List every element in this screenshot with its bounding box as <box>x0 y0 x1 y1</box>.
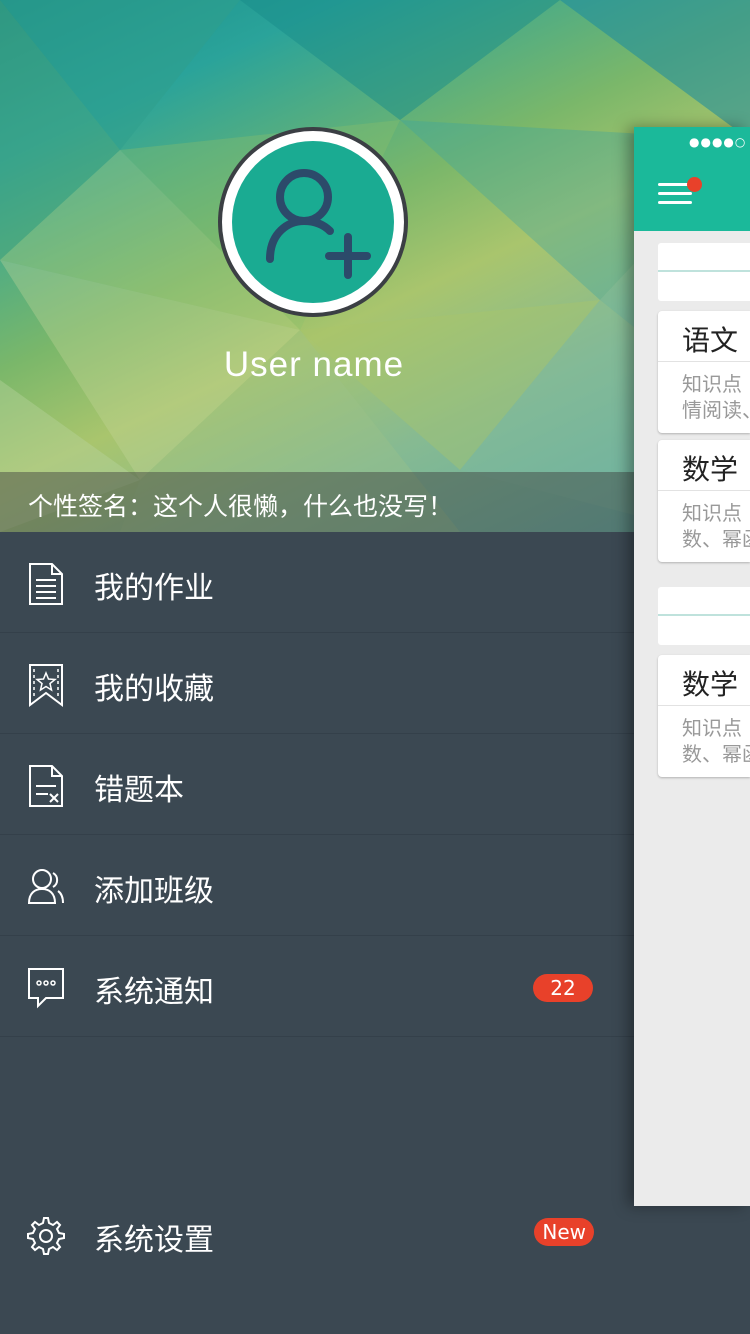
signature-bar: 个性签名：这个人很懒，什么也没写！ <box>0 472 634 532</box>
subject-title: 数学 <box>682 668 739 701</box>
menu-item-homework[interactable]: 我的作业 <box>0 532 634 633</box>
menu-label: 我的收藏 <box>94 672 214 707</box>
subject-card[interactable]: 数学 知识点 数、幂函 <box>658 440 750 562</box>
menu-label: 我的作业 <box>94 571 214 606</box>
subject-desc: 知识点 数、幂函 <box>682 716 750 766</box>
document-icon <box>29 563 63 605</box>
signal-dots: ●●●●○ <box>689 135 747 149</box>
notification-count-badge: 22 <box>533 974 593 1002</box>
message-icon <box>28 968 64 1009</box>
settings-label: 系统设置 <box>94 1223 214 1258</box>
subject-title: 数学 <box>682 453 739 486</box>
menu-item-notifications[interactable]: 系统通知 22 <box>0 936 634 1037</box>
menu-item-favorites[interactable]: 我的收藏 <box>0 633 634 734</box>
section-header <box>658 243 750 301</box>
menu-label: 添加班级 <box>94 874 214 909</box>
subject-title: 语文 <box>682 324 739 357</box>
drawer-menu: 我的作业 我的收藏 错题本 添加班级 系统通知 22 <box>0 532 634 1037</box>
section-header <box>658 587 750 645</box>
menu-item-error-book[interactable]: 错题本 <box>0 734 634 835</box>
menu-item-settings[interactable]: 系统设置 New <box>0 1184 634 1285</box>
menu-label: 系统通知 <box>94 975 214 1010</box>
notification-dot <box>687 177 702 192</box>
subject-desc: 知识点 数、幂函 <box>682 501 750 551</box>
signature-text: 个性签名：这个人很懒，什么也没写！ <box>28 492 454 521</box>
gear-icon <box>27 1217 65 1255</box>
subject-card[interactable]: 语文 知识点 情阅读、 <box>658 311 750 433</box>
users-icon <box>27 869 64 904</box>
subject-card[interactable]: 数学 知识点 数、幂函 <box>658 655 750 777</box>
menu-label: 错题本 <box>94 773 184 808</box>
menu-item-add-class[interactable]: 添加班级 <box>0 835 634 936</box>
username: User name <box>223 345 405 384</box>
error-book-icon <box>29 765 63 807</box>
top-bar: ●●●●○ <box>634 127 750 231</box>
new-badge: New <box>534 1218 594 1246</box>
bookmark-star-icon <box>29 664 63 707</box>
subject-desc: 知识点 情阅读、 <box>682 372 750 422</box>
add-user-icon <box>266 169 371 279</box>
avatar[interactable] <box>218 127 408 317</box>
main-screen-preview[interactable]: ●●●●○ 语文 知识点 情阅读、 数学 知识点 数、幂函 数学 知识点 数、幂… <box>634 127 750 1206</box>
